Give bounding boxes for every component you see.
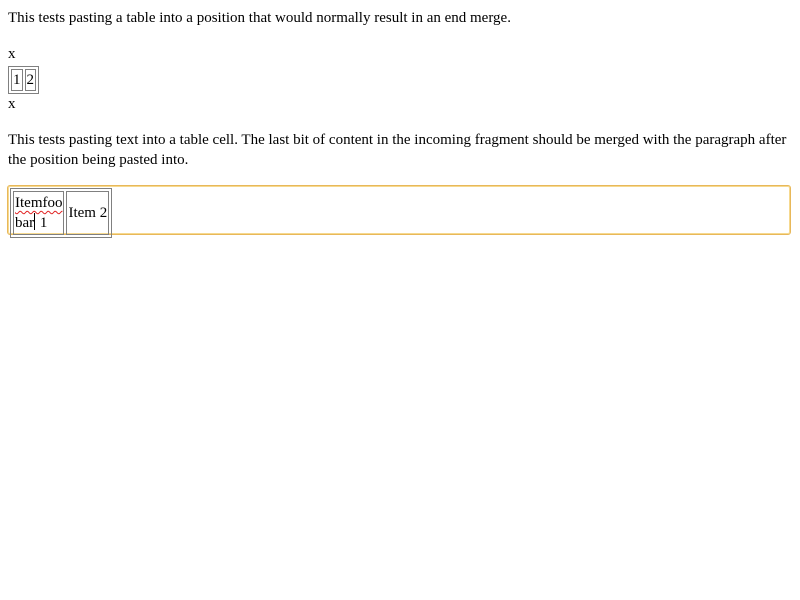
intro-paragraph: This tests pasting a table into a positi… <box>8 10 511 26</box>
misspelled-word: Itemfoo <box>15 195 63 211</box>
editable-region[interactable]: Itemfoo bar 1 Item 2 <box>7 185 791 238</box>
table-row: Itemfoo bar 1 Item 2 <box>13 191 110 235</box>
table-cell-1[interactable]: 1 <box>11 69 23 91</box>
marker-before-table: x <box>8 46 16 62</box>
second-paragraph: This tests pasting text into a table cel… <box>8 132 787 168</box>
cell-text-after-caret: 1 <box>36 215 48 231</box>
cell-text-before-caret: bar <box>15 215 35 231</box>
table-cell-2[interactable]: 2 <box>24 69 36 91</box>
pasted-table: 1 2 <box>8 66 39 94</box>
editable-cell-item-1[interactable]: Itemfoo bar 1 <box>13 191 65 235</box>
editable-cell-item-2[interactable]: Item 2 <box>66 191 110 235</box>
text-caret <box>34 213 36 230</box>
table-row: 1 2 <box>11 69 36 91</box>
editable-table: Itemfoo bar 1 Item 2 <box>10 188 113 238</box>
marker-after-table: x <box>8 96 16 112</box>
